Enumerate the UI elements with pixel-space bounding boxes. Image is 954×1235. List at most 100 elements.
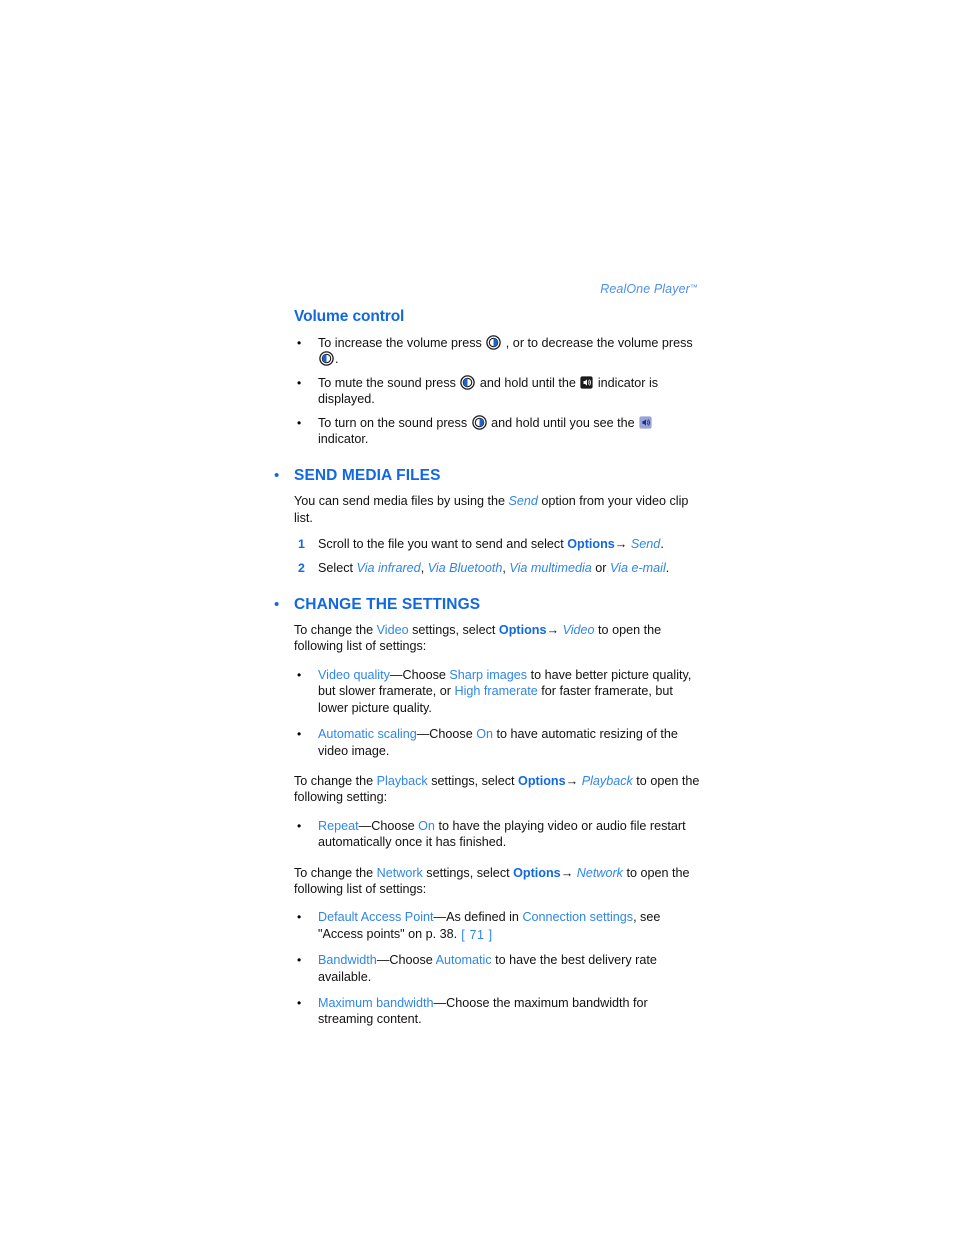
text-fragment: . bbox=[665, 560, 670, 575]
trademark-symbol: ™ bbox=[689, 283, 698, 292]
text-fragment: You can send media files by using the bbox=[294, 494, 509, 509]
section-heading-change-the-settings: • CHANGE THE SETTINGS bbox=[268, 596, 700, 614]
arrow-glyph: → bbox=[546, 623, 560, 638]
maximum-bandwidth-term: Maximum bandwidth bbox=[318, 995, 434, 1010]
list-item: • Video quality—Choose Sharp images to h… bbox=[294, 667, 700, 716]
list-item: • Automatic scaling—Choose On to have au… bbox=[294, 726, 700, 759]
step-number: 2 bbox=[298, 560, 305, 575]
bullet-marker: • bbox=[297, 336, 302, 350]
bullet-marker: • bbox=[297, 667, 302, 682]
text-fragment: and hold until the bbox=[476, 375, 580, 390]
running-head: RealOne Player™ bbox=[294, 282, 698, 296]
joystick-right-icon bbox=[486, 335, 502, 350]
automatic-scaling-item: Automatic scaling—Choose On to have auto… bbox=[318, 726, 700, 759]
options-menu-label: Options bbox=[518, 773, 566, 788]
automatic-scaling-term: Automatic scaling bbox=[318, 727, 417, 742]
joystick-left-icon bbox=[460, 375, 476, 390]
text-fragment: settings, select bbox=[408, 623, 499, 638]
repeat-term: Repeat bbox=[318, 818, 359, 833]
heading-volume-control: Volume control bbox=[294, 308, 405, 325]
heading-text: CHANGE THE SETTINGS bbox=[294, 596, 481, 614]
bullet-marker: • bbox=[297, 818, 302, 833]
bandwidth-item: Bandwidth—Choose Automatic to have the b… bbox=[318, 952, 700, 985]
step-text: Select Via infrared, Via Bluetooth, Via … bbox=[318, 560, 700, 576]
network-setting-link: Network bbox=[376, 865, 423, 880]
text-fragment: settings, select bbox=[427, 773, 519, 788]
high-framerate-value: High framerate bbox=[454, 684, 538, 699]
via-multimedia-option: Via multimedia bbox=[509, 560, 592, 575]
playback-menu-label: Playback bbox=[578, 773, 633, 788]
text-fragment: —Choose bbox=[358, 818, 419, 833]
send-option-link: Send bbox=[508, 494, 538, 509]
playback-settings-intro: To change the Playback settings, select … bbox=[294, 773, 700, 806]
via-email-option: Via e-mail bbox=[609, 560, 666, 575]
text-fragment: and hold until you see the bbox=[487, 415, 639, 430]
joystick-left-icon bbox=[319, 351, 334, 367]
bullet-marker: • bbox=[297, 375, 302, 390]
step-number: 1 bbox=[298, 537, 305, 552]
playback-setting-link: Playback bbox=[376, 773, 428, 788]
bandwidth-term: Bandwidth bbox=[318, 953, 377, 968]
text-fragment: . bbox=[660, 537, 664, 552]
text-fragment: —Choose bbox=[376, 953, 436, 968]
sound-on-indicator-icon bbox=[639, 416, 652, 429]
bullet-marker: • bbox=[297, 727, 302, 742]
text-fragment: or bbox=[591, 560, 610, 575]
maximum-bandwidth-item: Maximum bandwidth—Choose the maximum ban… bbox=[318, 995, 700, 1028]
section-bullet-icon: • bbox=[274, 596, 280, 614]
heading-text: SEND MEDIA FILES bbox=[294, 467, 441, 485]
text-fragment: —Choose bbox=[416, 727, 477, 742]
text-fragment: —As defined in bbox=[433, 910, 523, 925]
numbered-step: 1 Scroll to the file you want to send an… bbox=[294, 536, 700, 552]
text-fragment: To mute the sound press bbox=[318, 375, 460, 390]
video-menu-label: Video bbox=[559, 623, 595, 638]
bullet-marker: • bbox=[297, 953, 302, 968]
list-item: • Repeat—Choose On to have the playing v… bbox=[294, 818, 700, 851]
video-quality-item: Video quality—Choose Sharp images to hav… bbox=[318, 667, 700, 716]
text-fragment: . bbox=[335, 352, 339, 367]
list-item: • Bandwidth—Choose Automatic to have the… bbox=[294, 952, 700, 985]
video-settings-intro: To change the Video settings, select Opt… bbox=[294, 622, 700, 655]
arrow-glyph: → bbox=[614, 537, 628, 552]
page-content: Volume control • To increase the volume … bbox=[268, 308, 700, 1028]
bullet-marker: • bbox=[297, 995, 302, 1010]
bullet-marker: • bbox=[297, 415, 302, 430]
text-fragment: Select bbox=[318, 560, 357, 575]
text-fragment: Scroll to the file you want to send and … bbox=[318, 537, 568, 552]
via-bluetooth-option: Via Bluetooth bbox=[427, 560, 503, 575]
on-value: On bbox=[476, 727, 494, 742]
running-head-title: RealOne Player bbox=[600, 282, 690, 296]
options-menu-label: Options bbox=[498, 623, 547, 638]
default-access-point-term: Default Access Point bbox=[318, 910, 434, 925]
arrow-glyph: → bbox=[565, 773, 579, 788]
page-number: [ 71 ] bbox=[461, 928, 493, 942]
text-fragment: indicator. bbox=[318, 432, 369, 447]
text-fragment: To change the bbox=[294, 773, 377, 788]
on-value: On bbox=[418, 818, 435, 833]
network-menu-label: Network bbox=[573, 865, 623, 880]
volume-mute-text: To mute the sound press and hold until t… bbox=[318, 375, 700, 408]
text-fragment: To increase the volume press bbox=[318, 336, 486, 350]
section-heading-send-media-files: • SEND MEDIA FILES bbox=[268, 467, 700, 485]
list-item: • To mute the sound press and hold until… bbox=[294, 375, 700, 408]
repeat-item: Repeat—Choose On to have the playing vid… bbox=[318, 818, 700, 851]
volume-sound-on-text: To turn on the sound press and hold unti… bbox=[318, 414, 700, 448]
document-page: RealOne Player™ Volume control • To incr… bbox=[0, 0, 954, 1235]
sharp-images-value: Sharp images bbox=[449, 667, 528, 682]
text-fragment: —Choose bbox=[389, 667, 450, 682]
video-quality-term: Video quality bbox=[318, 667, 390, 682]
options-menu-label: Options bbox=[567, 537, 615, 552]
send-media-intro: You can send media files by using the Se… bbox=[294, 493, 700, 526]
list-item: • To turn on the sound press and hold un… bbox=[294, 414, 700, 448]
joystick-right-icon bbox=[471, 414, 487, 430]
numbered-step: 2 Select Via infrared, Via Bluetooth, Vi… bbox=[294, 560, 700, 576]
text-fragment: settings, select bbox=[422, 865, 514, 880]
options-menu-label: Options bbox=[513, 865, 561, 880]
list-item: • Maximum bandwidth—Choose the maximum b… bbox=[294, 995, 700, 1028]
automatic-value: Automatic bbox=[435, 953, 492, 968]
network-settings-intro: To change the Network settings, select O… bbox=[294, 865, 700, 898]
list-item: • To increase the volume press , or to d… bbox=[294, 335, 700, 368]
text-fragment: , or to decrease the volume press bbox=[502, 336, 693, 350]
connection-settings-value: Connection settings bbox=[522, 910, 634, 925]
video-setting-link: Video bbox=[376, 623, 409, 638]
